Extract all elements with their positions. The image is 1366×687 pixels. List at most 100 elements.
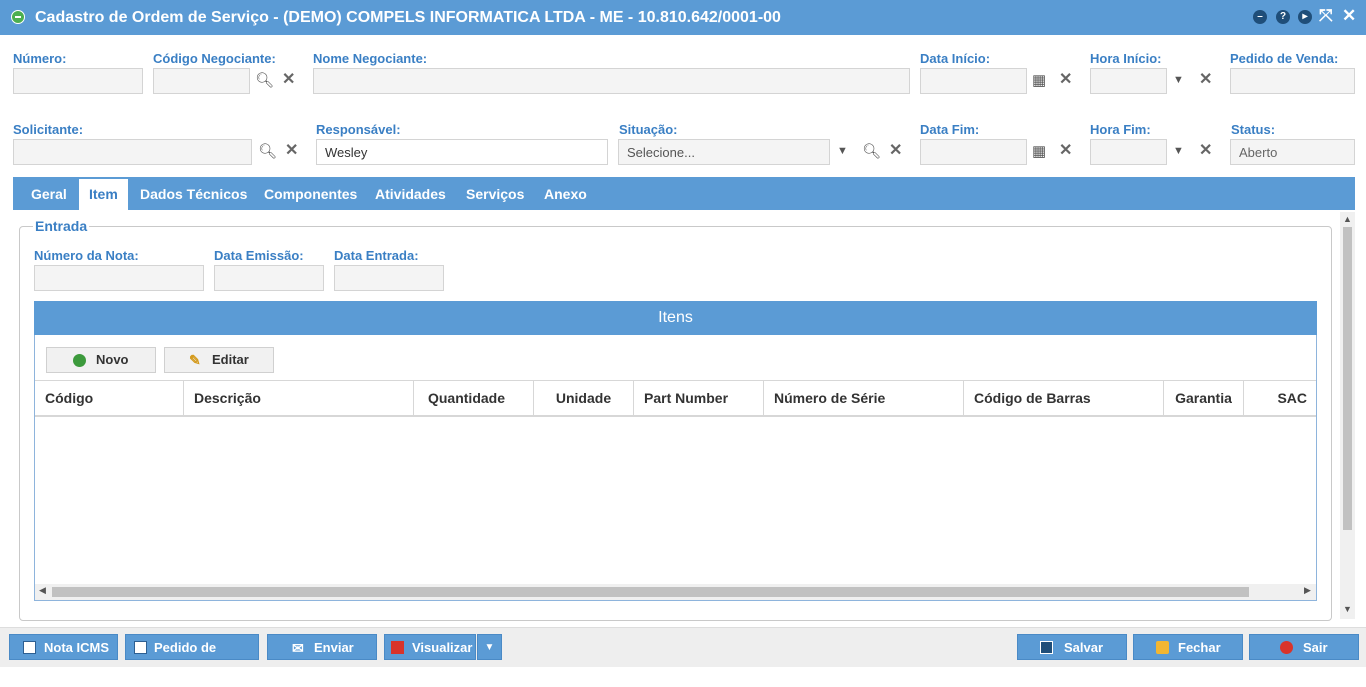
status-input: Aberto <box>1230 139 1355 165</box>
col-garantia[interactable]: Garantia <box>1164 380 1244 416</box>
chevron-down-icon[interactable]: ▼ <box>837 143 848 159</box>
chevron-down-icon[interactable]: ▼ <box>1173 143 1184 159</box>
collapse-icon[interactable]: ⤧ <box>1319 7 1333 25</box>
calendar-icon[interactable]: ▦ <box>1032 144 1046 160</box>
window-title: Cadastro de Ordem de Serviço - (DEMO) CO… <box>35 9 781 26</box>
clear-icon[interactable]: ✕ <box>1199 143 1212 159</box>
tab-geral[interactable]: Geral <box>31 186 67 202</box>
pdf-icon <box>391 641 404 654</box>
tab-item[interactable]: Item <box>79 179 128 210</box>
pedido-venda-label: Pedido de Venda: <box>1230 51 1339 66</box>
clear-icon[interactable]: ✕ <box>282 72 295 88</box>
sair-button[interactable]: Sair <box>1249 634 1359 660</box>
play-icon[interactable]: ▸ <box>1298 10 1312 24</box>
tab-atividades[interactable]: Atividades <box>375 186 446 202</box>
responsavel-input[interactable]: Wesley <box>316 139 608 165</box>
clear-icon[interactable]: ✕ <box>1059 143 1072 159</box>
help-icon[interactable]: ? <box>1276 10 1290 24</box>
search-icon[interactable]: 🔍︎ <box>258 144 277 160</box>
visualizar-dropdown[interactable]: ▼ <box>477 634 502 660</box>
itens-title: Itens <box>34 301 1317 335</box>
col-unidade[interactable]: Unidade <box>534 380 634 416</box>
data-entrada-label: Data Entrada: <box>334 248 419 263</box>
fechar-button[interactable]: Fechar <box>1133 634 1243 660</box>
pedido-venda-input[interactable] <box>1230 68 1355 94</box>
horizontal-scrollbar[interactable]: ◀ ▶ <box>35 584 1316 600</box>
mail-icon: ✉ <box>292 640 304 656</box>
clear-icon[interactable]: ✕ <box>889 143 902 159</box>
col-sac[interactable]: SAC <box>1244 380 1316 416</box>
salvar-button[interactable]: Salvar <box>1017 634 1127 660</box>
data-fim-input[interactable] <box>920 139 1027 165</box>
data-emissao-label: Data Emissão: <box>214 248 304 263</box>
col-part-number[interactable]: Part Number <box>634 380 764 416</box>
enviar-button[interactable]: ✉ Enviar <box>267 634 377 660</box>
vertical-scrollbar[interactable]: ▲ ▼ <box>1340 212 1355 619</box>
hora-fim-label: Hora Fim: <box>1090 122 1151 137</box>
entrada-legend: Entrada <box>33 218 90 234</box>
minimize-icon[interactable]: – <box>1253 10 1267 24</box>
data-emissao-input[interactable] <box>214 265 324 291</box>
numero-label: Número: <box>13 51 67 66</box>
search-icon[interactable]: 🔍︎ <box>255 73 274 89</box>
data-inicio-input[interactable] <box>920 68 1027 94</box>
pedido-venda-button[interactable]: Pedido de Venda <box>125 634 259 681</box>
col-quantidade[interactable]: Quantidade <box>414 380 534 416</box>
solicitante-input[interactable] <box>13 139 252 165</box>
visualizar-button[interactable]: Visualizar <box>384 634 476 660</box>
col-descricao[interactable]: Descrição <box>184 380 414 416</box>
salvar-label: Salvar <box>1064 640 1104 655</box>
document-icon <box>23 641 36 654</box>
responsavel-label: Responsável: <box>316 122 401 137</box>
hora-inicio-input[interactable] <box>1090 68 1167 94</box>
situacao-select[interactable]: Selecione... <box>618 139 830 165</box>
col-numero-serie[interactable]: Número de Série <box>764 380 964 416</box>
numero-input[interactable] <box>13 68 143 94</box>
data-inicio-label: Data Início: <box>920 51 991 66</box>
scroll-left-icon[interactable]: ◀ <box>39 585 46 596</box>
close-icon[interactable]: ✕ <box>1342 7 1356 25</box>
clear-icon[interactable]: ✕ <box>1199 72 1212 88</box>
scroll-right-icon[interactable]: ▶ <box>1304 585 1311 596</box>
nota-icms-label: Nota ICMS <box>44 640 109 655</box>
exit-icon <box>1280 641 1293 654</box>
editar-label: Editar <box>212 352 249 367</box>
nome-negociante-input[interactable] <box>313 68 910 94</box>
tab-componentes[interactable]: Componentes <box>264 186 357 202</box>
scroll-thumb[interactable] <box>52 587 1249 597</box>
numero-nota-label: Número da Nota: <box>34 248 139 263</box>
hora-fim-input[interactable] <box>1090 139 1167 165</box>
novo-button[interactable]: Novo <box>46 347 156 373</box>
data-entrada-input[interactable] <box>334 265 444 291</box>
status-label: Status: <box>1231 122 1276 137</box>
numero-nota-input[interactable] <box>34 265 204 291</box>
clear-icon[interactable]: ✕ <box>1059 72 1072 88</box>
tab-anexo[interactable]: Anexo <box>544 186 587 202</box>
hora-inicio-label: Hora Início: <box>1090 51 1162 66</box>
pedido-venda-btn-label: Pedido de Venda <box>154 640 217 681</box>
clear-icon[interactable]: ✕ <box>285 143 298 159</box>
solicitante-label: Solicitante: <box>13 122 84 137</box>
calendar-icon[interactable]: ▦ <box>1032 73 1046 89</box>
col-codigo[interactable]: Código <box>35 380 184 416</box>
scroll-up-icon[interactable]: ▲ <box>1343 214 1352 224</box>
edit-icon: ✎ <box>189 352 201 368</box>
col-codigo-barras[interactable]: Código de Barras <box>964 380 1164 416</box>
document-icon <box>134 641 147 654</box>
nota-icms-button[interactable]: Nota ICMS <box>9 634 118 660</box>
app-add-icon <box>11 10 25 24</box>
fechar-label: Fechar <box>1178 640 1221 655</box>
save-icon <box>1040 641 1053 654</box>
tab-dados-tecnicos[interactable]: Dados Técnicos <box>140 186 247 202</box>
tab-bar: Geral Item Dados Técnicos Componentes At… <box>13 177 1355 210</box>
chevron-down-icon[interactable]: ▼ <box>1173 72 1184 88</box>
enviar-label: Enviar <box>314 640 354 655</box>
scroll-thumb[interactable] <box>1343 227 1352 530</box>
codigo-negociante-input[interactable] <box>153 68 250 94</box>
window-titlebar: Cadastro de Ordem de Serviço - (DEMO) CO… <box>0 0 1366 35</box>
search-icon[interactable]: 🔍︎ <box>862 144 881 160</box>
lock-icon <box>1156 641 1169 654</box>
scroll-down-icon[interactable]: ▼ <box>1343 604 1352 614</box>
editar-button[interactable]: ✎ Editar <box>164 347 274 373</box>
tab-servicos[interactable]: Serviços <box>466 186 524 202</box>
